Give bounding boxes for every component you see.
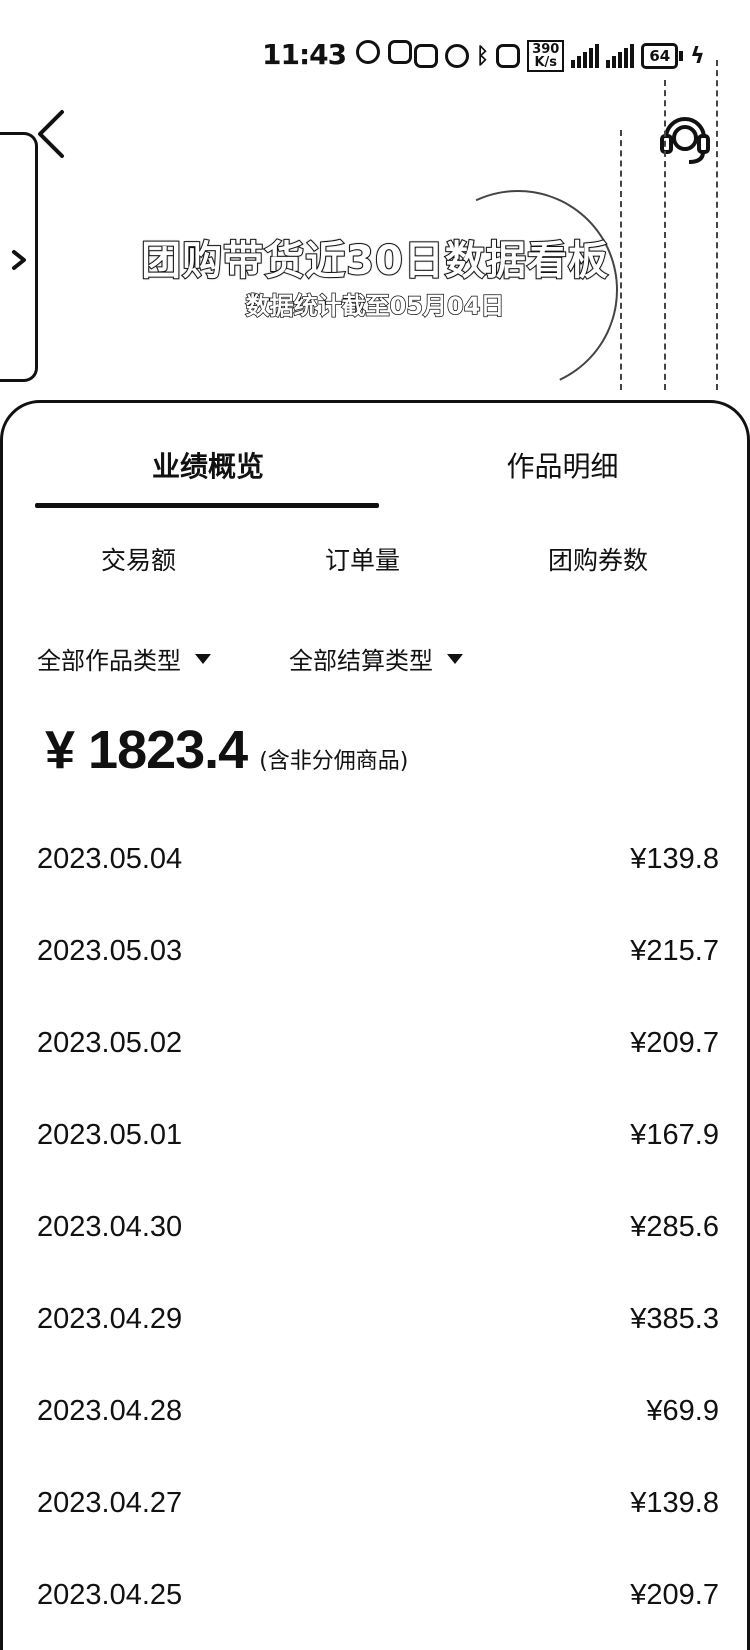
charging-icon: ϟ xyxy=(690,43,705,69)
row-amount: ¥215.7 xyxy=(630,935,719,967)
net-speed-unit: K/s xyxy=(534,55,558,70)
total-summary: ¥ 1823.4 (含非分佣商品) xyxy=(45,719,408,781)
net-speed: 390 K/s xyxy=(527,40,565,72)
dropdown-arrow-icon xyxy=(195,653,211,664)
row-date: 2023.05.04 xyxy=(37,843,183,875)
row-date: 2023.04.25 xyxy=(37,1579,183,1611)
row-date: 2023.05.01 xyxy=(37,1119,183,1151)
decorative-line xyxy=(716,60,718,390)
row-amount: ¥69.9 xyxy=(646,1395,719,1427)
battery-level: 64 xyxy=(641,43,679,69)
bluetooth-icon: ᛒ xyxy=(476,43,490,69)
content-sheet: 业绩概览 作品明细 交易额 订单量 团购券数 全部作品类型 全部结算类型 ¥ 1… xyxy=(0,400,750,1650)
list-item: 2023.05.03 ¥215.7 xyxy=(3,911,750,1003)
main-tabs: 业绩概览 作品明细 xyxy=(3,445,750,505)
alarm-icon xyxy=(445,44,469,68)
row-amount: ¥209.7 xyxy=(630,1027,719,1059)
row-amount: ¥139.8 xyxy=(630,843,719,875)
row-amount: ¥209.7 xyxy=(630,1579,719,1611)
work-type-filter[interactable]: 全部作品类型 xyxy=(37,641,211,676)
status-system-icons: ᛒ 390 K/s 64 ϟ xyxy=(414,40,705,72)
metric-tab-transaction-amount[interactable]: 交易额 xyxy=(101,541,176,577)
row-date: 2023.04.29 xyxy=(37,1303,183,1335)
dashboard-subtitle: 数据统计截至05月04日 xyxy=(245,291,505,321)
tab-performance-overview[interactable]: 业绩概览 xyxy=(25,445,391,485)
row-date: 2023.05.03 xyxy=(37,935,183,967)
dashboard-title: 团购带货近30日数据看板 xyxy=(140,237,609,285)
work-type-filter-label: 全部作品类型 xyxy=(37,647,181,675)
list-item: 2023.04.30 ¥285.6 xyxy=(3,1187,750,1279)
dropdown-arrow-icon xyxy=(447,653,463,664)
metric-tab-order-count[interactable]: 订单量 xyxy=(325,541,400,577)
row-amount: ¥167.9 xyxy=(630,1119,719,1151)
app-notification-icon xyxy=(388,40,412,64)
row-amount: ¥385.3 xyxy=(630,1303,719,1335)
list-item: 2023.05.02 ¥209.7 xyxy=(3,1003,750,1095)
list-item: 2023.04.27 ¥139.8 xyxy=(3,1463,750,1555)
nfc-icon xyxy=(414,44,438,68)
row-amount: ¥139.8 xyxy=(630,1487,719,1519)
list-item: 2023.05.04 ¥139.8 xyxy=(3,819,750,911)
row-date: 2023.04.27 xyxy=(37,1487,183,1519)
list-item: 2023.04.28 ¥69.9 xyxy=(3,1371,750,1463)
total-note: (含非分佣商品) xyxy=(259,749,409,774)
row-date: 2023.04.30 xyxy=(37,1211,183,1243)
row-date: 2023.05.02 xyxy=(37,1027,183,1059)
signal-icon-2 xyxy=(606,44,635,68)
status-time: 11:43 xyxy=(262,38,347,71)
list-item: 2023.05.01 ¥167.9 xyxy=(3,1095,750,1187)
list-item: 2023.04.25 ¥209.7 xyxy=(3,1555,750,1647)
tab-works-detail[interactable]: 作品明细 xyxy=(375,445,750,485)
settlement-type-filter-label: 全部结算类型 xyxy=(289,647,433,675)
status-bar: 11:43 ᛒ 390 K/s 64 ϟ xyxy=(0,0,750,96)
status-notification-icons xyxy=(356,40,412,64)
camera-icon xyxy=(496,44,521,68)
list-item: 2023.04.29 ¥385.3 xyxy=(3,1279,750,1371)
settlement-type-filter[interactable]: 全部结算类型 xyxy=(289,641,463,676)
active-tab-indicator xyxy=(35,503,379,508)
battery-icon: 64 xyxy=(641,43,684,69)
signal-icon xyxy=(571,44,600,68)
total-amount: ¥ 1823.4 xyxy=(45,720,248,780)
row-amount: ¥285.6 xyxy=(630,1211,719,1243)
metric-tab-voucher-count[interactable]: 团购券数 xyxy=(548,541,648,577)
row-date: 2023.04.28 xyxy=(37,1395,183,1427)
notification-icon xyxy=(356,40,380,64)
